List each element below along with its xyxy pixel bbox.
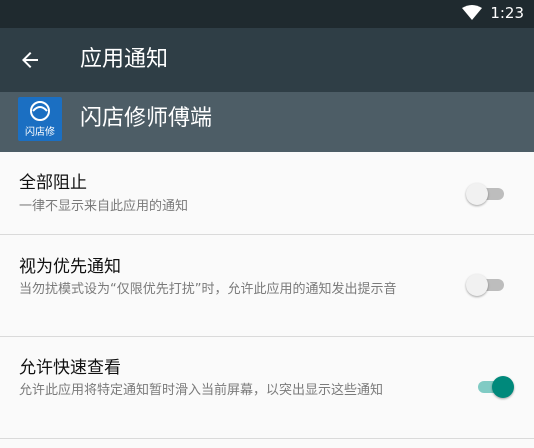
setting-subtitle: 一律不显示来自此应用的通知	[19, 199, 189, 214]
status-bar: 1:23	[0, 0, 534, 28]
back-arrow-icon[interactable]	[18, 48, 42, 72]
status-time: 1:23	[490, 4, 524, 22]
setting-title: 允许快速查看	[19, 358, 121, 378]
priority-switch[interactable]	[466, 269, 506, 299]
switch-thumb	[492, 376, 514, 398]
setting-block-all[interactable]: 全部阻止 一律不显示来自此应用的通知	[0, 152, 534, 235]
setting-title: 视为优先通知	[19, 257, 121, 277]
peek-switch[interactable]	[474, 371, 514, 401]
setting-priority[interactable]: 视为优先通知 当勿扰模式设为“仅限优先打扰”时，允许此应用的通知发出提示音	[0, 235, 534, 337]
app-logo-icon: 闪店修	[25, 101, 55, 138]
app-header: 闪店修 闪店修师傅端	[0, 92, 534, 152]
toolbar: 应用通知	[0, 28, 534, 92]
switch-thumb	[466, 183, 488, 205]
block-all-switch[interactable]	[466, 178, 506, 208]
app-icon-text: 闪店修	[25, 125, 55, 138]
switch-thumb	[466, 274, 488, 296]
setting-subtitle: 当勿扰模式设为“仅限优先打扰”时，允许此应用的通知发出提示音	[19, 282, 397, 297]
settings-list: 全部阻止 一律不显示来自此应用的通知 视为优先通知 当勿扰模式设为“仅限优先打扰…	[0, 152, 534, 439]
status-right: 1:23	[462, 4, 524, 22]
wifi-icon	[462, 5, 483, 20]
setting-peek[interactable]: 允许快速查看 允许此应用将特定通知暂时滑入当前屏幕，以突出显示这些通知	[0, 337, 534, 439]
setting-title: 全部阻止	[19, 173, 87, 193]
page-title: 应用通知	[80, 47, 169, 72]
setting-subtitle: 允许此应用将特定通知暂时滑入当前屏幕，以突出显示这些通知	[19, 383, 384, 398]
app-icon: 闪店修	[18, 97, 62, 141]
app-name: 闪店修师傅端	[80, 106, 213, 131]
